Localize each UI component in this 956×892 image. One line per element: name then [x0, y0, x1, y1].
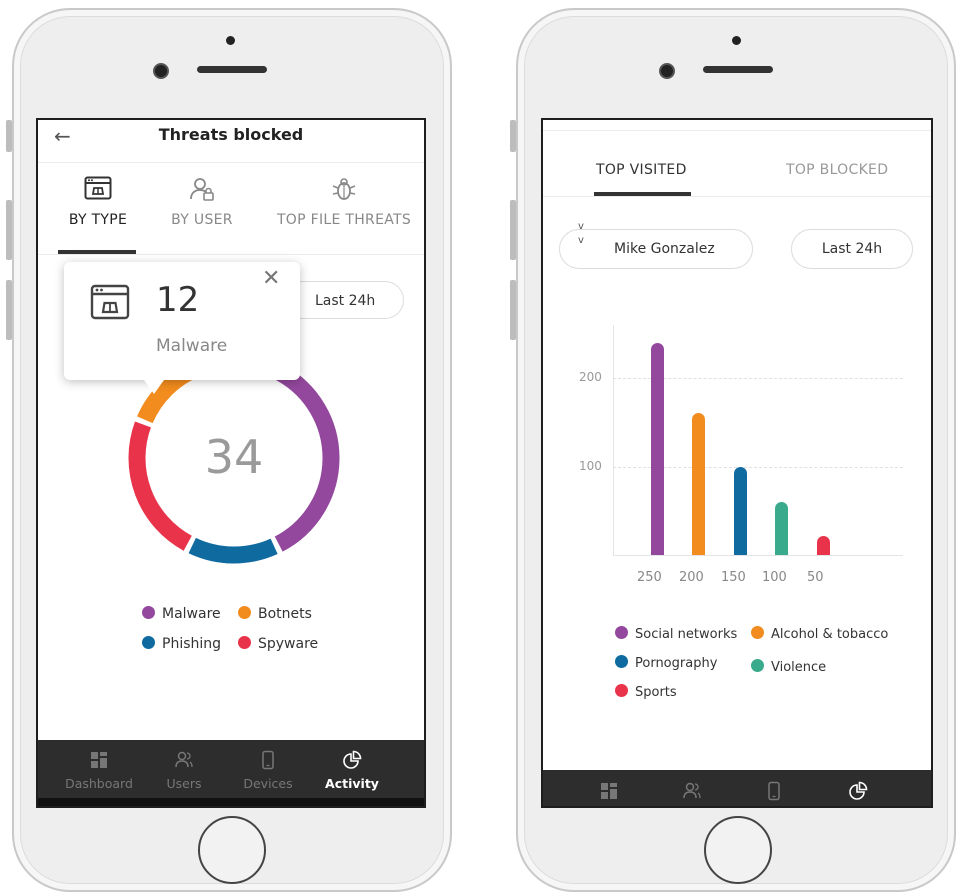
tab-by-type-label: BY TYPE — [68, 212, 128, 228]
bar-alcohol-tobacco[interactable] — [692, 413, 705, 555]
volume-up-button — [6, 200, 12, 260]
legend-item-alcohol-tobacco: Alcohol & tobacco — [751, 626, 888, 642]
y-tick-label: 100 — [579, 458, 602, 473]
users-icon — [175, 751, 193, 768]
nav-users-label: Users — [166, 776, 202, 791]
legend-item-sports: Sports — [615, 684, 677, 700]
legend-item-social-networks: Social networks — [615, 626, 737, 642]
nav-activity-label: Activity — [325, 776, 379, 791]
legend-item-violence: Violence — [751, 659, 826, 675]
legend-label: Phishing — [162, 636, 222, 652]
y-tick-label: 200 — [579, 370, 602, 385]
left-screen: ← Threats blocked BY TYPE BY USER TOP FI… — [36, 118, 426, 808]
legend-label: Botnets — [258, 606, 312, 622]
tab-by-user-label: BY USER — [171, 212, 233, 228]
x-tick-label: 100 — [762, 570, 787, 585]
time-filter-label: Last 24h — [315, 293, 376, 309]
bottom-nav: Dashboard Users Devices Activity — [38, 740, 424, 806]
legend-label: Social networks — [635, 627, 738, 642]
tab-by-user[interactable]: BY USER — [162, 176, 242, 228]
x-axis-line — [613, 555, 903, 556]
pie-chart-icon[interactable] — [848, 781, 868, 801]
legend-item-botnets: Botnets — [238, 606, 312, 622]
browser-bug-icon — [84, 176, 112, 200]
home-button[interactable] — [704, 816, 772, 884]
top-visited-bar-chart: 200 100 250 200 150 100 50 — [543, 120, 931, 600]
mute-switch — [510, 120, 516, 152]
legend-label: Pornography — [635, 656, 718, 671]
legend-item-phishing: Phishing — [142, 636, 221, 652]
nav-dashboard-label: Dashboard — [65, 776, 133, 791]
volume-up-button — [510, 200, 516, 260]
right-screen: TOP VISITED TOP BLOCKED vv Mike Gonzalez… — [541, 118, 933, 808]
phishing-swatch — [142, 636, 155, 649]
y-axis-line — [613, 325, 614, 555]
legend-label: Alcohol & tobacco — [771, 627, 889, 642]
bar-social-networks[interactable] — [651, 342, 664, 555]
pornography-swatch — [615, 655, 628, 668]
nav-devices-label: Devices — [243, 776, 293, 791]
x-tick-label: 250 — [637, 570, 662, 585]
proximity-sensor — [732, 36, 741, 45]
bar-violence[interactable] — [775, 501, 788, 555]
volume-down-button — [510, 280, 516, 340]
bug-icon — [332, 178, 356, 200]
earpiece-speaker — [703, 66, 773, 73]
user-lock-icon — [190, 178, 214, 201]
donut-segment-malware[interactable] — [274, 365, 340, 552]
front-camera — [153, 63, 169, 79]
dashboard-icon — [91, 752, 107, 768]
social-networks-swatch — [615, 626, 628, 639]
browser-bug-icon — [90, 284, 130, 320]
x-tick-label: 200 — [679, 570, 704, 585]
device-icon — [262, 750, 274, 770]
legend-label: Sports — [635, 685, 677, 700]
donut-total: 34 — [205, 430, 264, 484]
header-bar: ← Threats blocked — [38, 120, 424, 163]
device-icon[interactable] — [764, 781, 784, 801]
dashboard-icon[interactable] — [599, 781, 619, 801]
tabs-divider — [38, 254, 424, 255]
earpiece-speaker — [197, 66, 267, 73]
tooltip-label: Malware — [156, 336, 228, 356]
tab-by-type[interactable]: BY TYPE — [58, 176, 138, 228]
legend-label: Malware — [162, 606, 221, 622]
legend-item-spyware: Spyware — [238, 636, 318, 652]
tab-top-file-threats[interactable]: TOP FILE THREATS — [272, 176, 416, 228]
donut-segment-spyware[interactable] — [128, 421, 192, 551]
nav-dashboard[interactable]: Dashboard — [62, 750, 136, 791]
malware-swatch — [142, 606, 155, 619]
legend-item-malware: Malware — [142, 606, 221, 622]
proximity-sensor — [226, 36, 235, 45]
violence-swatch — [751, 659, 764, 672]
legend-label: Violence — [771, 660, 827, 675]
legend-label: Spyware — [258, 636, 319, 652]
tooltip-count: 12 — [156, 280, 200, 320]
volume-down-button — [6, 280, 12, 340]
screen-bottom-edge — [38, 798, 424, 806]
malware-tooltip: 12 Malware ✕ — [64, 262, 300, 394]
users-icon[interactable] — [682, 781, 702, 801]
botnets-swatch — [238, 606, 251, 619]
bar-sports[interactable] — [817, 535, 830, 555]
sports-swatch — [615, 684, 628, 697]
x-tick-label: 150 — [721, 570, 746, 585]
page-title: Threats blocked — [158, 125, 304, 144]
home-button[interactable] — [198, 816, 266, 884]
donut-segment-phishing[interactable] — [188, 537, 278, 564]
nav-devices[interactable]: Devices — [236, 750, 300, 791]
bar-pornography[interactable] — [734, 466, 747, 555]
front-camera — [659, 63, 675, 79]
spyware-swatch — [238, 636, 251, 649]
mute-switch — [6, 120, 12, 152]
close-icon[interactable]: ✕ — [262, 266, 280, 291]
alcohol-tobacco-swatch — [751, 626, 764, 639]
tab-top-file-threats-label: TOP FILE THREATS — [276, 212, 412, 228]
x-tick-label: 50 — [807, 570, 824, 585]
bottom-nav — [543, 770, 931, 806]
legend-item-pornography: Pornography — [615, 655, 717, 671]
nav-activity[interactable]: Activity — [322, 750, 382, 791]
pie-chart-icon — [343, 750, 362, 769]
nav-users[interactable]: Users — [156, 750, 212, 791]
